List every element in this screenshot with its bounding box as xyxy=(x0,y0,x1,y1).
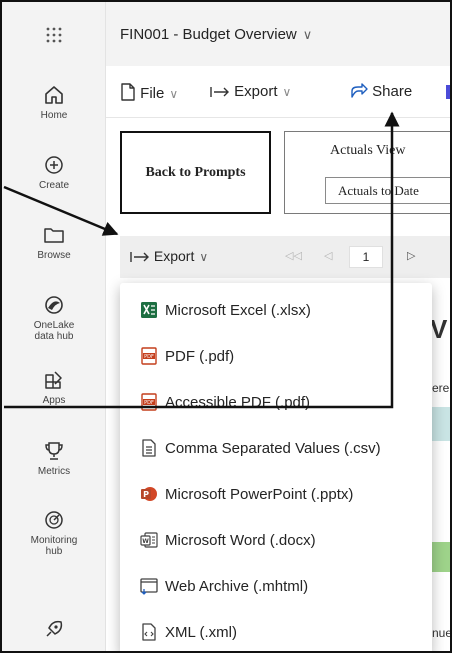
export-option-accessible-pdf[interactable]: PDF Accessible PDF (.pdf) xyxy=(120,379,432,425)
rail-item-home[interactable]: Home xyxy=(2,82,106,142)
svg-text:PDF: PDF xyxy=(144,354,154,360)
report-text-fragment: ere xyxy=(432,381,450,395)
rail-item-metrics[interactable]: Metrics xyxy=(2,438,106,498)
export-option-label: Web Archive (.mhtml) xyxy=(165,577,309,595)
export-dropdown-button[interactable]: Export ∨ xyxy=(130,248,208,264)
report-heading-fragment: V xyxy=(430,314,448,344)
csv-icon xyxy=(142,439,156,457)
previous-page-icon[interactable]: ◁ xyxy=(324,249,332,262)
chevron-down-icon: ∨ xyxy=(282,85,292,99)
rail-item-learn[interactable] xyxy=(2,616,106,651)
rail-label-home: Home xyxy=(40,110,68,121)
export-option-web-archive[interactable]: Web Archive (.mhtml) xyxy=(120,563,432,609)
share-button[interactable]: Share xyxy=(350,83,412,100)
file-menu-label: File xyxy=(140,85,165,102)
rail-label-apps: Apps xyxy=(42,395,66,406)
chevron-down-icon: ∨ xyxy=(302,27,313,42)
next-page-icon[interactable]: ▷ xyxy=(407,249,415,262)
page-number-input[interactable]: 1 xyxy=(349,246,383,268)
export-option-xml[interactable]: XML (.xml) xyxy=(120,609,432,651)
rail-item-monitoring[interactable]: Monitoring hub xyxy=(2,507,106,567)
plus-circle-icon xyxy=(45,156,63,174)
trophy-icon xyxy=(45,442,63,460)
actuals-view-slicer: Actuals View Actuals to Date xyxy=(284,131,450,214)
report-export-bar: Export ∨ ◁◁ ◁ 1 ▷ xyxy=(120,236,450,278)
export-arrow-icon xyxy=(130,252,149,262)
export-option-label: Accessible PDF (.pdf) xyxy=(165,393,311,411)
word-icon: W xyxy=(140,532,158,548)
export-arrow-icon xyxy=(210,87,229,97)
rail-label-browse: Browse xyxy=(37,250,71,261)
app-launcher-icon[interactable] xyxy=(45,26,63,44)
export-option-label: PDF (.pdf) xyxy=(165,347,235,365)
first-page-icon[interactable]: ◁◁ xyxy=(285,249,302,262)
rail-item-browse[interactable]: Browse xyxy=(2,222,106,282)
report-toolbar: File ∨ Export ∨ Share xyxy=(106,66,450,118)
rail-label-create: Create xyxy=(38,180,69,191)
rail-label-monitoring-2: hub xyxy=(45,546,63,557)
export-option-label: Microsoft Excel (.xlsx) xyxy=(165,301,311,319)
export-menu-button[interactable]: Export ∨ xyxy=(210,83,291,100)
export-format-menu: Microsoft Excel (.xlsx) PDF PDF (.pdf) P… xyxy=(120,283,432,651)
export-option-label: Microsoft PowerPoint (.pptx) xyxy=(165,485,354,503)
web-archive-icon xyxy=(140,578,158,595)
export-option-excel[interactable]: Microsoft Excel (.xlsx) xyxy=(120,287,432,333)
pdf-icon: PDF xyxy=(141,347,157,365)
toolbar-overflow-marker xyxy=(446,85,450,99)
powerpoint-icon: P xyxy=(141,487,157,501)
folder-icon xyxy=(44,228,64,243)
share-label: Share xyxy=(372,83,413,100)
report-title[interactable]: FIN001 - Budget Overview ∨ xyxy=(120,26,312,43)
rail-label-onelake-2: data hub xyxy=(34,331,74,342)
export-option-pdf[interactable]: PDF PDF (.pdf) xyxy=(120,333,432,379)
rail-item-create[interactable]: Create xyxy=(2,152,106,212)
onelake-icon xyxy=(45,296,63,314)
actuals-view-select[interactable]: Actuals to Date xyxy=(325,177,450,204)
svg-text:P: P xyxy=(143,490,149,499)
rail-label-onelake-1: OneLake xyxy=(33,320,75,331)
svg-text:W: W xyxy=(142,538,149,545)
share-icon xyxy=(351,83,368,98)
file-menu-button[interactable]: File ∨ xyxy=(120,83,178,102)
rail-item-onelake[interactable]: OneLake data hub xyxy=(2,292,106,352)
export-menu-label: Export xyxy=(234,83,278,100)
report-title-text: FIN001 - Budget Overview xyxy=(120,26,297,43)
app-header: FIN001 - Budget Overview ∨ xyxy=(106,2,450,66)
monitoring-icon xyxy=(45,511,63,529)
chevron-down-icon: ∨ xyxy=(199,250,209,264)
rail-label-metrics: Metrics xyxy=(37,466,71,477)
left-nav-rail: Home Create Browse OneLake data hub Apps… xyxy=(2,2,106,651)
back-to-prompts-button[interactable]: Back to Prompts xyxy=(120,131,271,214)
report-text-fragment: nue xyxy=(432,626,452,640)
export-option-csv[interactable]: Comma Separated Values (.csv) xyxy=(120,425,432,471)
xml-icon xyxy=(142,623,156,641)
actuals-view-title: Actuals View xyxy=(330,143,406,158)
apps-icon xyxy=(45,371,62,389)
export-dropdown-label: Export xyxy=(153,248,195,264)
file-icon xyxy=(121,83,135,101)
learn-icon xyxy=(46,620,63,637)
export-option-powerpoint[interactable]: P Microsoft PowerPoint (.pptx) xyxy=(120,471,432,517)
home-icon xyxy=(45,86,63,104)
export-option-label: XML (.xml) xyxy=(165,623,237,641)
export-option-label: Comma Separated Values (.csv) xyxy=(165,439,381,457)
rail-item-apps[interactable]: Apps xyxy=(2,367,106,427)
app-window: Home Create Browse OneLake data hub Apps… xyxy=(0,0,452,653)
excel-icon xyxy=(141,302,157,318)
svg-text:PDF: PDF xyxy=(144,400,154,406)
rail-label-monitoring-1: Monitoring xyxy=(30,535,78,546)
chevron-down-icon: ∨ xyxy=(169,87,179,101)
export-option-label: Microsoft Word (.docx) xyxy=(165,531,316,549)
accessible-pdf-icon: PDF xyxy=(141,393,157,411)
export-option-word[interactable]: W Microsoft Word (.docx) xyxy=(120,517,432,563)
